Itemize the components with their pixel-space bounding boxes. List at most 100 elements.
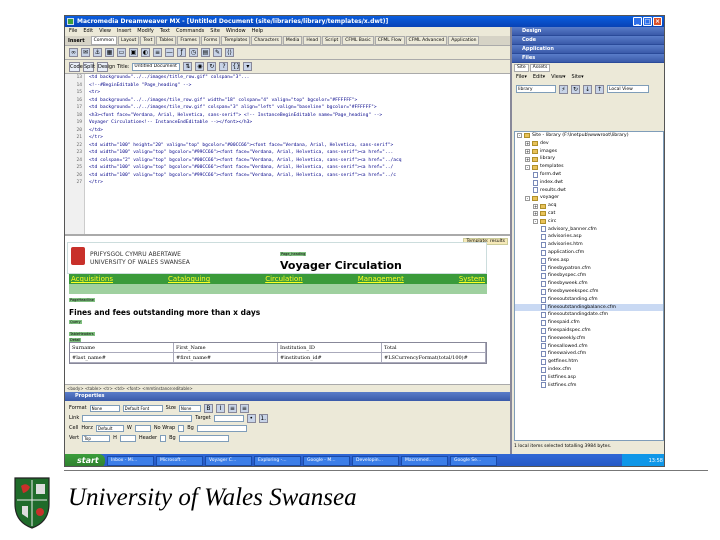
view-options-icon[interactable]: ▾ xyxy=(243,62,253,71)
bg-input[interactable] xyxy=(196,424,247,432)
tab-media[interactable]: Media xyxy=(282,36,303,45)
align-center-icon[interactable]: ≡ xyxy=(239,403,249,413)
properties-header[interactable]: Properties xyxy=(65,392,510,401)
close-icon[interactable]: × xyxy=(653,17,662,26)
file-management-icon[interactable]: ⇅ xyxy=(183,62,193,71)
table-cell[interactable]: #LSCurrencyFormat(total/100)# xyxy=(382,353,486,362)
code-line[interactable]: 26 <td width="100" valign="top" bgcolor="… xyxy=(65,172,510,180)
menu-text[interactable]: Text xyxy=(160,27,170,36)
header-checkbox[interactable] xyxy=(160,434,167,442)
collapse-icon[interactable]: - xyxy=(533,219,538,225)
tree-item[interactable]: + images xyxy=(515,148,663,156)
nav-management[interactable]: Management xyxy=(358,275,404,283)
taskbar-item[interactable]: Inbox - Mi... xyxy=(107,456,154,466)
code-line[interactable]: 19 Voyager Circulation<!-- InstanceEndEdi… xyxy=(65,119,510,127)
region-tag-query[interactable]: Query xyxy=(69,320,82,324)
nav-circulation[interactable]: Circulation xyxy=(265,275,303,283)
design-view-button[interactable]: Design xyxy=(97,61,115,72)
taskbar-item[interactable]: Voyager C... xyxy=(205,456,252,466)
horz-select[interactable]: Default xyxy=(95,424,124,432)
table-header-cell[interactable]: Total xyxy=(382,343,486,352)
unordered-list-icon[interactable]: • xyxy=(246,413,256,423)
table-cell[interactable]: #institution_id# xyxy=(278,353,382,362)
size-select[interactable]: None xyxy=(178,404,201,412)
tab-cfml-flow[interactable]: CFML Flow xyxy=(374,36,405,45)
tree-item[interactable]: listfines.cfm xyxy=(515,382,663,390)
tab-tables[interactable]: Tables xyxy=(156,36,177,45)
code-line[interactable]: 20 </td> xyxy=(65,127,510,135)
menu-help[interactable]: Help xyxy=(252,27,263,36)
table-header-cell[interactable]: Surname xyxy=(70,343,174,352)
tab-forms[interactable]: Forms xyxy=(200,36,221,45)
target-select[interactable] xyxy=(213,414,244,422)
bold-icon[interactable]: B xyxy=(203,403,213,413)
tree-item[interactable]: finesweekly.cfm xyxy=(515,335,663,343)
taskbar-item[interactable]: Exploring -... xyxy=(254,456,301,466)
code-view[interactable]: 13 <td background="../../images/title_row… xyxy=(65,74,510,236)
maximize-icon[interactable]: □ xyxy=(643,17,652,26)
expand-icon[interactable]: + xyxy=(533,203,538,209)
collapse-icon[interactable]: - xyxy=(525,195,530,201)
tree-item[interactable]: application.cfm xyxy=(515,249,663,257)
code-line[interactable]: 17 <td background="../../images/tile_row.… xyxy=(65,104,510,112)
page-heading-region-tag[interactable]: Page_heading xyxy=(280,252,307,256)
hyperlink-icon[interactable]: ∞ xyxy=(69,48,78,57)
code-line[interactable]: 23 <td width="100" valign="top" bgcolor="… xyxy=(65,149,510,157)
vert-select[interactable]: Top xyxy=(82,434,111,442)
tab-site[interactable]: Site xyxy=(514,64,529,72)
tab-head[interactable]: Head xyxy=(303,36,322,45)
tree-item[interactable]: finesbyweek.cfm xyxy=(515,280,663,288)
tree-item[interactable]: fineswaived.cfm xyxy=(515,350,663,358)
expand-icon[interactable]: + xyxy=(525,156,530,162)
date-icon[interactable]: ◷ xyxy=(189,48,198,57)
expand-icon[interactable]: + xyxy=(533,211,538,217)
format-select[interactable]: None xyxy=(89,404,120,412)
expand-icon[interactable]: + xyxy=(525,148,530,154)
region-tag-tableheaders[interactable]: TableHeaders xyxy=(69,332,95,336)
tree-item[interactable]: - Site - library (F:\Inetpub\wwwroot\libr… xyxy=(515,132,663,140)
code-panel-header[interactable]: Code xyxy=(512,36,664,45)
code-line[interactable]: 15 <tr> xyxy=(65,89,510,97)
taskbar-item[interactable]: Macromed... xyxy=(401,456,448,466)
taskbar-item[interactable]: Microsoft ... xyxy=(156,456,203,466)
code-line[interactable]: 25 <td width="100" valign="top" bgcolor="… xyxy=(65,164,510,172)
tab-assets[interactable]: Assets xyxy=(529,64,551,72)
tree-item[interactable]: finesoutstanding.cfm xyxy=(515,296,663,304)
width-input[interactable] xyxy=(134,424,151,432)
code-line[interactable]: 18 <h3><font face="Verdana, Arial, Helvet… xyxy=(65,112,510,120)
tag-selector[interactable]: <body> <table> <tr> <td> <font> <mmtinst… xyxy=(65,384,510,392)
menu-modify[interactable]: Modify xyxy=(137,27,154,36)
nav-cataloguing[interactable]: Cataloguing xyxy=(168,275,210,283)
menu-window[interactable]: Window xyxy=(226,27,246,36)
rollover-icon[interactable]: ◐ xyxy=(141,48,150,57)
email-link-icon[interactable]: ✉ xyxy=(81,48,90,57)
tab-application[interactable]: Application xyxy=(448,36,480,45)
code-line[interactable]: 14 <!--#BeginEditable "Page_heading" --> xyxy=(65,82,510,90)
code-navigation-icon[interactable]: {} xyxy=(231,62,241,71)
tabular-data-icon[interactable]: ▤ xyxy=(201,48,210,57)
tag-chooser-icon[interactable]: ⟨⟩ xyxy=(225,48,234,57)
tree-item[interactable]: advisory_banner.cfm xyxy=(515,226,663,234)
tree-item[interactable]: + acq xyxy=(515,202,663,210)
reference-icon[interactable]: ? xyxy=(219,62,229,71)
height-input[interactable] xyxy=(119,434,136,442)
tree-item[interactable]: getfines.htm xyxy=(515,358,663,366)
collapse-icon[interactable]: - xyxy=(525,164,530,170)
tab-text[interactable]: Text xyxy=(140,36,156,45)
site-edit-menu[interactable]: Edit▾ xyxy=(533,74,545,81)
menu-insert[interactable]: Insert xyxy=(117,27,131,36)
tree-item[interactable]: - voyager xyxy=(515,194,663,202)
region-tag-pageheadline[interactable]: PageHeadline xyxy=(69,298,95,302)
tree-item[interactable]: - templates xyxy=(515,163,663,171)
view-select[interactable]: Local View xyxy=(607,85,649,93)
design-view[interactable]: Template: results PRIFYSGOL CYMRU ABERTA… xyxy=(65,236,510,384)
tree-item[interactable]: advisories.htm xyxy=(515,241,663,249)
taskbar-item[interactable]: Google - M... xyxy=(303,456,350,466)
tree-item[interactable]: - circ xyxy=(515,218,663,226)
taskbar-item[interactable]: Google Se... xyxy=(450,456,497,466)
tree-item[interactable]: finesallowed.cfm xyxy=(515,343,663,351)
tree-item[interactable]: + dev xyxy=(515,140,663,148)
tab-frames[interactable]: Frames xyxy=(177,36,200,45)
tree-item[interactable]: finesoutstandingbalance.cfm xyxy=(515,303,663,312)
tree-item[interactable]: finesbypatron.cfm xyxy=(515,265,663,273)
